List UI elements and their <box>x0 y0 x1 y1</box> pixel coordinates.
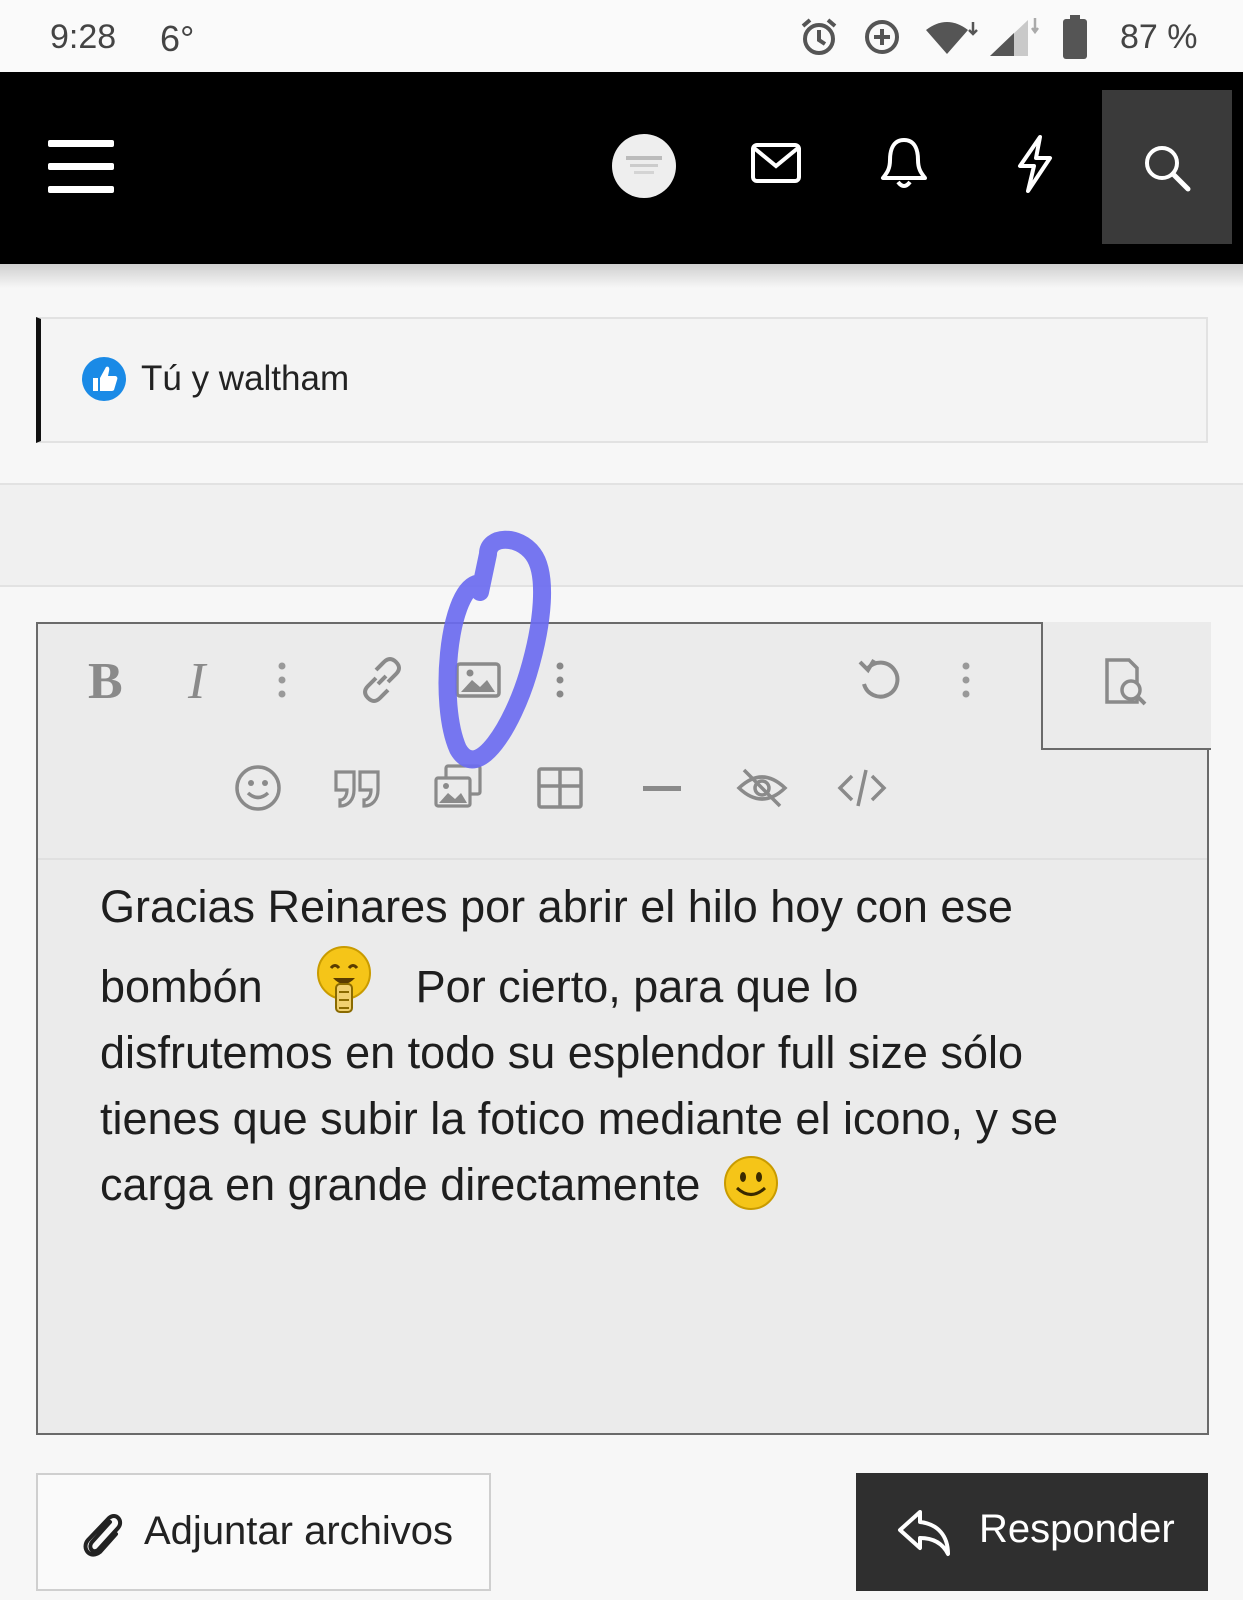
more-text-icon <box>278 662 286 698</box>
undo-icon <box>858 658 900 699</box>
reply-button[interactable]: Responder <box>856 1473 1208 1591</box>
editor-line-segment: carga en grande directamente <box>100 1159 701 1210</box>
editor-line: disfrutemos en todo su esplendor full si… <box>100 1027 1024 1078</box>
status-temperature: 6° <box>160 18 195 59</box>
reactions-bar[interactable]: Tú y waltham <box>36 317 1208 443</box>
editor-line: Gracias Reinares por abrir el hilo hoy c… <box>100 881 1013 932</box>
spoiler-button[interactable] <box>730 756 794 820</box>
data-saver-icon <box>865 20 899 54</box>
editor-line-segment: Por cierto, para que lo <box>415 961 859 1012</box>
more-text-button[interactable] <box>250 648 314 712</box>
svg-text:I: I <box>187 654 208 706</box>
spoiler-icon <box>736 768 788 808</box>
italic-icon: I <box>187 654 208 706</box>
editor-content[interactable]: Gracias Reinares por abrir el hilo hoy c… <box>100 874 1160 1218</box>
rich-text-editor: B I Gracias Reinares por abrir el hilo h… <box>36 530 1211 1435</box>
bold-button[interactable]: B <box>74 648 138 712</box>
horizontal-rule-button[interactable] <box>630 756 694 820</box>
smile-emoji-icon <box>723 1156 778 1211</box>
reply-label: Responder <box>979 1507 1175 1551</box>
toolbar-divider <box>38 858 1207 860</box>
more-options-icon <box>962 662 970 698</box>
annotation-circle <box>438 530 552 769</box>
thumbs-up-icon <box>82 357 126 401</box>
italic-button[interactable]: I <box>168 648 232 712</box>
top-nav-bar <box>0 72 1243 264</box>
search-icon <box>1145 146 1191 192</box>
paperclip-icon <box>83 1514 123 1557</box>
nav-shadow <box>0 264 1243 288</box>
quote-button[interactable] <box>326 756 390 820</box>
status-bar: 9:28 6° 87 % <box>0 0 1243 72</box>
editor-line: tienes que subir la fotico mediante el i… <box>100 1093 1059 1144</box>
quote-icon <box>334 770 380 808</box>
attach-files-label: Adjuntar archivos <box>144 1509 454 1553</box>
preview-icon <box>1105 658 1147 706</box>
alarm-icon <box>801 18 837 55</box>
mail-icon[interactable] <box>750 142 802 184</box>
svg-text:B: B <box>88 654 123 706</box>
wifi-icon <box>926 22 978 54</box>
emoji-button[interactable] <box>226 756 290 820</box>
status-time: 9:28 <box>50 18 117 56</box>
drooling-face-icon <box>317 946 372 1014</box>
preview-button[interactable] <box>1041 622 1211 750</box>
lightning-icon[interactable] <box>1012 134 1056 194</box>
undo-button[interactable] <box>848 648 912 712</box>
editor-line-segment: bombón <box>100 961 263 1012</box>
avatar[interactable] <box>612 134 676 198</box>
menu-icon[interactable] <box>48 138 114 196</box>
battery-percentage: 87 % <box>1120 18 1198 56</box>
code-button[interactable] <box>830 756 894 820</box>
horizontal-rule-icon <box>643 786 681 791</box>
battery-icon <box>1063 15 1087 59</box>
code-icon <box>837 769 887 807</box>
signal-icon <box>990 18 1039 56</box>
search-button[interactable] <box>1102 90 1232 244</box>
blurred-band <box>0 483 1243 587</box>
more-options-button[interactable] <box>934 648 998 712</box>
emoji-icon <box>235 765 281 811</box>
link-icon <box>363 657 401 703</box>
bell-icon[interactable] <box>880 136 928 190</box>
attach-files-button[interactable]: Adjuntar archivos <box>36 1473 491 1591</box>
reactions-label[interactable]: Tú y waltham <box>141 359 349 399</box>
link-button[interactable] <box>350 648 414 712</box>
bold-icon: B <box>88 654 123 706</box>
reply-icon <box>898 1510 950 1556</box>
